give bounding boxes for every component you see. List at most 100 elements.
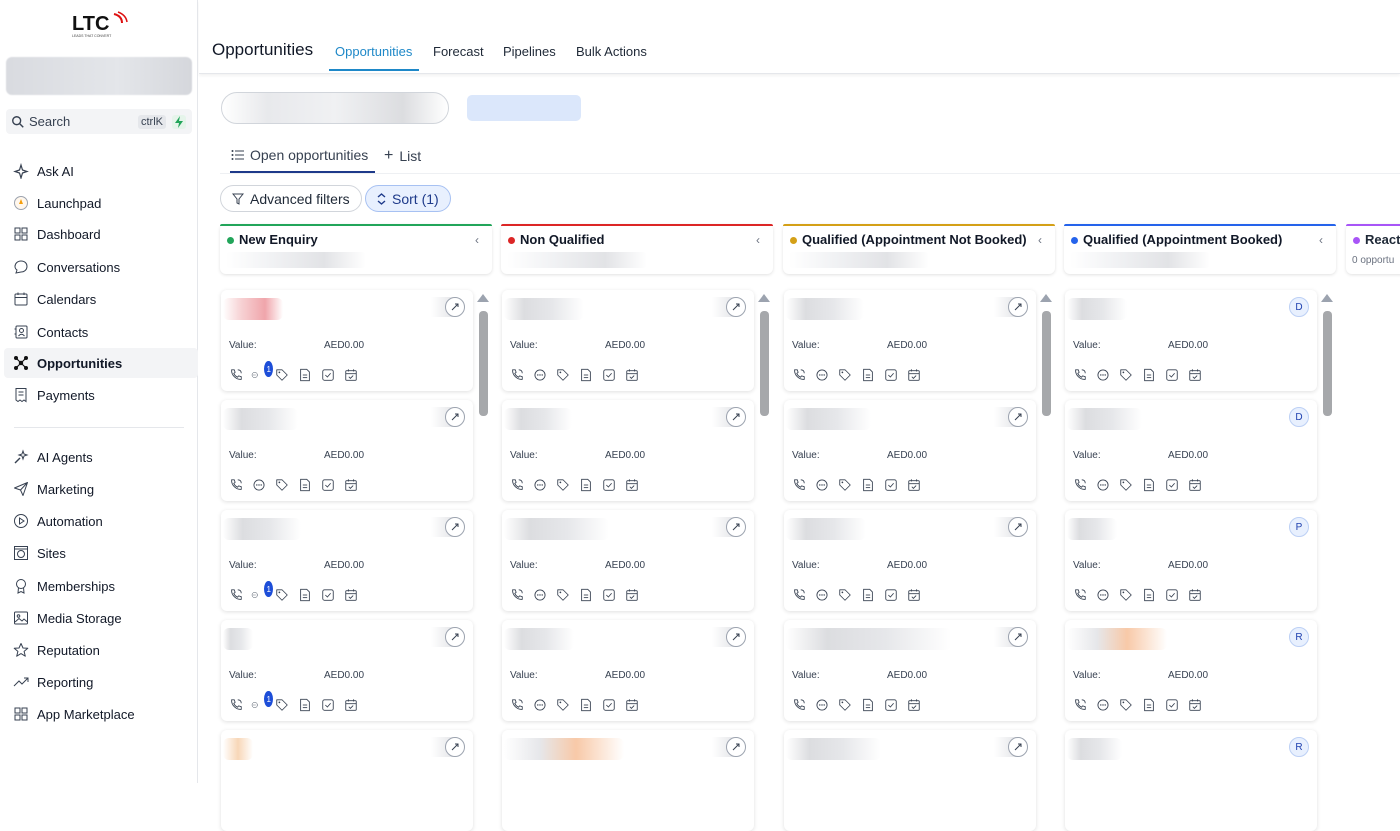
message-icon[interactable]	[532, 697, 548, 713]
account-switcher[interactable]	[6, 57, 192, 95]
note-icon[interactable]	[1141, 587, 1157, 603]
collapse-chevron-icon[interactable]: ‹	[1038, 233, 1042, 247]
message-icon[interactable]	[532, 477, 548, 493]
opportunity-name-redacted[interactable]	[786, 628, 951, 650]
opportunity-card[interactable]: Value: AED0.00	[784, 290, 1036, 391]
scroll-up-arrow-icon[interactable]	[1321, 294, 1333, 302]
opportunity-name-redacted[interactable]	[786, 518, 866, 540]
note-icon[interactable]	[297, 477, 313, 493]
note-icon[interactable]	[1141, 697, 1157, 713]
opportunity-card[interactable]: Value: AED0.00	[784, 400, 1036, 501]
opportunity-card[interactable]: Value: AED0.00	[502, 400, 754, 501]
avatar[interactable]: D	[1289, 407, 1309, 427]
appointment-icon[interactable]	[1187, 587, 1203, 603]
note-icon[interactable]	[578, 477, 594, 493]
task-icon[interactable]	[883, 477, 899, 493]
appointment-icon[interactable]	[906, 367, 922, 383]
sidebar-item-ai-agents[interactable]: AI Agents	[4, 442, 198, 472]
tag-icon[interactable]	[837, 697, 853, 713]
assignee-avatar-icon[interactable]	[1008, 407, 1028, 427]
assignee-avatar-icon[interactable]	[445, 407, 465, 427]
opportunity-card[interactable]: D Value: AED0.00	[1065, 400, 1317, 501]
appointment-icon[interactable]	[906, 587, 922, 603]
assignee-avatar-icon[interactable]	[445, 627, 465, 647]
appointment-icon[interactable]	[906, 477, 922, 493]
phone-icon[interactable]	[1072, 367, 1088, 383]
opportunity-card[interactable]: R Value: AED0.00	[1065, 620, 1317, 721]
assignee-avatar-icon[interactable]	[726, 517, 746, 537]
search-bar[interactable]: Search ctrlK	[6, 109, 192, 134]
tag-icon[interactable]	[555, 367, 571, 383]
opportunity-name-redacted[interactable]	[504, 518, 609, 540]
opportunity-card[interactable]	[221, 730, 473, 831]
task-icon[interactable]	[601, 367, 617, 383]
sidebar-item-contacts[interactable]: Contacts	[4, 317, 198, 347]
scroll-up-arrow-icon[interactable]	[758, 294, 770, 302]
sidebar-item-automation[interactable]: Automation	[4, 506, 198, 536]
note-icon[interactable]	[297, 697, 313, 713]
task-icon[interactable]	[883, 367, 899, 383]
appointment-icon[interactable]	[624, 587, 640, 603]
add-opportunity-button[interactable]	[467, 95, 581, 121]
sidebar-item-memberships[interactable]: Memberships	[4, 571, 198, 601]
message-icon[interactable]	[814, 367, 830, 383]
opportunity-name-redacted[interactable]	[504, 408, 572, 430]
sidebar-item-conversations[interactable]: Conversations	[4, 252, 198, 282]
opportunity-card[interactable]: Value: AED0.00 1	[221, 620, 473, 721]
column-scrollbar[interactable]	[479, 311, 488, 416]
appointment-icon[interactable]	[343, 587, 359, 603]
message-icon[interactable]	[1095, 587, 1111, 603]
note-icon[interactable]	[1141, 477, 1157, 493]
sidebar-item-dashboard[interactable]: Dashboard	[4, 219, 198, 249]
opportunity-card[interactable]	[502, 730, 754, 831]
task-icon[interactable]	[1164, 477, 1180, 493]
opportunity-card[interactable]: R	[1065, 730, 1317, 831]
opportunity-name-redacted[interactable]	[504, 298, 584, 320]
sidebar-item-marketing[interactable]: Marketing	[4, 474, 198, 504]
pipeline-selector[interactable]	[221, 92, 449, 124]
phone-icon[interactable]	[509, 477, 525, 493]
task-icon[interactable]	[320, 697, 336, 713]
opportunity-card[interactable]: D Value: AED0.00	[1065, 290, 1317, 391]
tag-icon[interactable]	[1118, 477, 1134, 493]
opportunity-card[interactable]: Value: AED0.00	[502, 290, 754, 391]
phone-icon[interactable]	[228, 587, 244, 603]
note-icon[interactable]	[297, 587, 313, 603]
avatar[interactable]: D	[1289, 297, 1309, 317]
opportunity-name-redacted[interactable]	[1067, 408, 1142, 430]
phone-icon[interactable]	[228, 697, 244, 713]
advanced-filters-button[interactable]: Advanced filters	[220, 185, 362, 212]
avatar[interactable]: R	[1289, 737, 1309, 757]
assignee-avatar-icon[interactable]	[726, 737, 746, 757]
appointment-icon[interactable]	[906, 697, 922, 713]
message-icon[interactable]	[1095, 477, 1111, 493]
message-icon[interactable]	[814, 477, 830, 493]
phone-icon[interactable]	[1072, 697, 1088, 713]
message-icon[interactable]: 1	[251, 691, 273, 713]
message-icon[interactable]	[532, 367, 548, 383]
message-icon[interactable]	[1095, 367, 1111, 383]
company-logo[interactable]: LTC LEADS THAT CONVERT	[70, 8, 130, 40]
opportunity-card[interactable]: Value: AED0.00	[221, 400, 473, 501]
phone-icon[interactable]	[1072, 587, 1088, 603]
column-scrollbar[interactable]	[1042, 311, 1051, 416]
assignee-avatar-icon[interactable]	[445, 737, 465, 757]
message-icon[interactable]: 1	[251, 361, 273, 383]
message-icon[interactable]	[251, 477, 267, 493]
tag-icon[interactable]	[274, 587, 290, 603]
appointment-icon[interactable]	[1187, 367, 1203, 383]
note-icon[interactable]	[860, 697, 876, 713]
sidebar-item-sites[interactable]: Sites	[4, 538, 198, 568]
message-icon[interactable]	[814, 587, 830, 603]
assignee-avatar-icon[interactable]	[1008, 297, 1028, 317]
tag-icon[interactable]	[837, 587, 853, 603]
column-scrollbar[interactable]	[760, 311, 769, 416]
opportunity-name-redacted[interactable]	[223, 738, 253, 760]
phone-icon[interactable]	[791, 367, 807, 383]
opportunity-card[interactable]: Value: AED0.00	[502, 620, 754, 721]
opportunity-name-redacted[interactable]	[1067, 738, 1122, 760]
appointment-icon[interactable]	[343, 697, 359, 713]
opportunity-name-redacted[interactable]	[223, 518, 301, 540]
assignee-avatar-icon[interactable]	[1008, 517, 1028, 537]
tag-icon[interactable]	[555, 587, 571, 603]
